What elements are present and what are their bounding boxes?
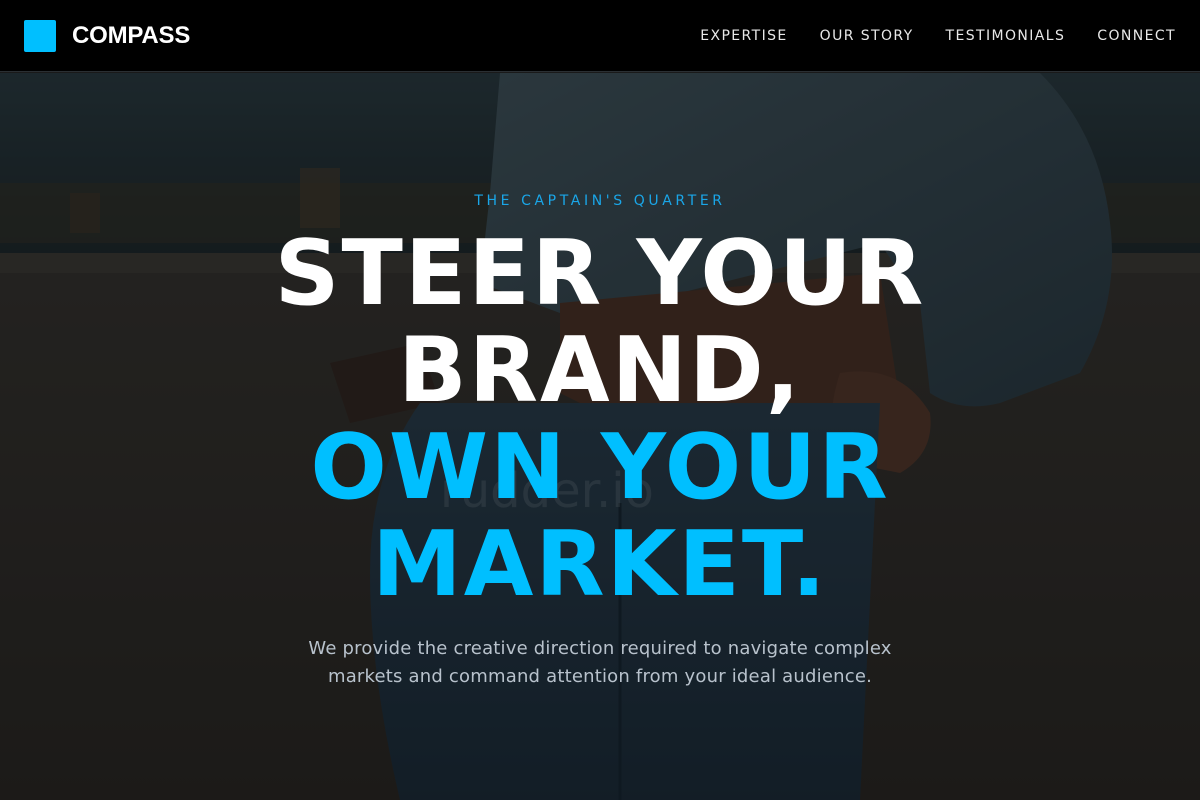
nav-link-connect[interactable]: CONNECT bbox=[1097, 28, 1176, 44]
nav-link-our-story[interactable]: OUR STORY bbox=[820, 28, 914, 44]
nav-link-testimonials[interactable]: TESTIMONIALS bbox=[946, 28, 1066, 44]
hero-subtext: We provide the creative direction requir… bbox=[308, 638, 892, 687]
brand[interactable]: COMPASS bbox=[24, 19, 191, 52]
headline-line-2: BRAND, bbox=[398, 318, 802, 423]
hero-eyebrow: THE CAPTAIN'S QUARTER bbox=[474, 193, 726, 209]
hero-headline: STEER YOUR BRAND, OWN YOUR MARKET. bbox=[0, 225, 1200, 613]
top-navbar: COMPASS EXPERTISE OUR STORY TESTIMONIALS… bbox=[0, 0, 1200, 72]
headline-line-1: STEER YOUR bbox=[274, 221, 926, 326]
headline-line-4: MARKET. bbox=[372, 512, 828, 617]
nav-links: EXPERTISE OUR STORY TESTIMONIALS CONNECT bbox=[668, 28, 1176, 44]
brand-logo-icon bbox=[24, 19, 56, 52]
headline-line-3: OWN YOUR bbox=[310, 415, 890, 520]
hero-content: THE CAPTAIN'S QUARTER STEER YOUR BRAND, … bbox=[0, 73, 1200, 800]
brand-name: COMPASS bbox=[72, 21, 191, 49]
hero-section: rudder.io THE CAPTAIN'S QUARTER STEER YO… bbox=[0, 73, 1200, 800]
nav-link-expertise[interactable]: EXPERTISE bbox=[700, 28, 787, 44]
landing-page: COMPASS EXPERTISE OUR STORY TESTIMONIALS… bbox=[0, 0, 1200, 800]
